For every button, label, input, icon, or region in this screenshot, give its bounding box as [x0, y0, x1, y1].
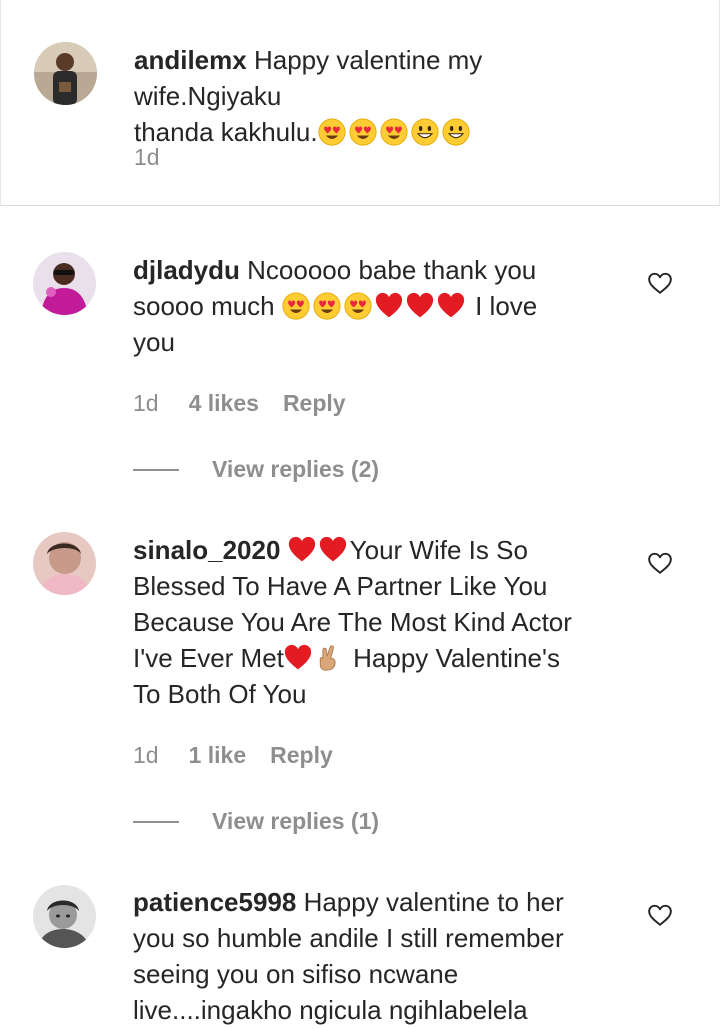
reply-button[interactable]: Reply [283, 390, 346, 417]
likes-count[interactable]: 1 like [189, 742, 247, 769]
username[interactable]: andilemx [134, 45, 247, 75]
heart-eyes-emoji [313, 292, 341, 320]
avatar[interactable] [34, 42, 97, 105]
comment-meta: 1d 1 like Reply [133, 742, 333, 769]
heart-eyes-emoji [318, 118, 346, 146]
grinning-emoji [411, 118, 439, 146]
comment-body: I've Ever Met [133, 643, 284, 673]
reply-button[interactable]: Reply [270, 742, 333, 769]
red-heart-emoji [375, 292, 403, 320]
avatar[interactable] [33, 252, 96, 315]
comment-body: Your Wife Is So [349, 535, 528, 565]
comment-body: seeing you on sifiso ncwane [133, 959, 459, 989]
divider [133, 468, 179, 471]
comment-body: Happy valentine to her [303, 887, 564, 917]
avatar[interactable] [33, 885, 96, 948]
red-heart-emoji [288, 536, 316, 564]
post-caption: andilemx Happy valentine my wife.Ngiyaku… [0, 0, 720, 206]
crossed-fingers-emoji [315, 644, 343, 672]
view-replies-button[interactable]: View replies (2) [133, 456, 379, 483]
divider [133, 820, 179, 823]
comment-body: you so humble andile I still remember [133, 923, 564, 953]
comment-text: sinalo_2020 Your Wife Is So Blessed To H… [133, 532, 623, 712]
heart-outline-icon[interactable] [647, 902, 673, 928]
heart-eyes-emoji [380, 118, 408, 146]
view-replies-label: View replies (1) [212, 808, 380, 834]
timestamp: 1d [133, 742, 159, 768]
comment-body: I love [467, 291, 538, 321]
comment-body: Ncooooo babe thank you [247, 255, 537, 285]
heart-outline-icon[interactable] [647, 270, 673, 296]
likes-count[interactable]: 4 likes [189, 390, 259, 417]
timestamp: 1d [133, 390, 159, 416]
caption-text: andilemx Happy valentine my wife.Ngiyaku… [134, 42, 634, 150]
grinning-emoji [442, 118, 470, 146]
heart-eyes-emoji [282, 292, 310, 320]
username[interactable]: sinalo_2020 [133, 535, 280, 565]
avatar[interactable] [33, 532, 96, 595]
comment-body: you [133, 327, 175, 357]
comment-body: Happy Valentine's [345, 643, 560, 673]
red-heart-emoji [284, 644, 312, 672]
comment-body: live....ingakho ngicula ngihlabelela [133, 995, 528, 1025]
username[interactable]: djladydu [133, 255, 240, 285]
comment-body: To Both Of You [133, 679, 307, 709]
heart-eyes-emoji [349, 118, 377, 146]
comment-meta: 1d 4 likes Reply [133, 390, 346, 417]
heart-outline-icon[interactable] [647, 550, 673, 576]
timestamp: 1d [134, 144, 160, 170]
comment-body: Because You Are The Most Kind Actor [133, 607, 572, 637]
heart-eyes-emoji [344, 292, 372, 320]
comment-body: Blessed To Have A Partner Like You [133, 571, 548, 601]
view-replies-label: View replies (2) [212, 456, 380, 482]
username[interactable]: patience5998 [133, 887, 296, 917]
comment-meta: 1d [134, 144, 190, 171]
comment-body: soooo much [133, 291, 282, 321]
red-heart-emoji [406, 292, 434, 320]
comment-text: thanda kakhulu. [134, 117, 318, 147]
comment-text: djladydu Ncooooo babe thank you soooo mu… [133, 252, 633, 360]
red-heart-emoji [437, 292, 465, 320]
comment-text: patience5998 Happy valentine to her you … [133, 884, 633, 1028]
red-heart-emoji [319, 536, 347, 564]
view-replies-button[interactable]: View replies (1) [133, 808, 379, 835]
